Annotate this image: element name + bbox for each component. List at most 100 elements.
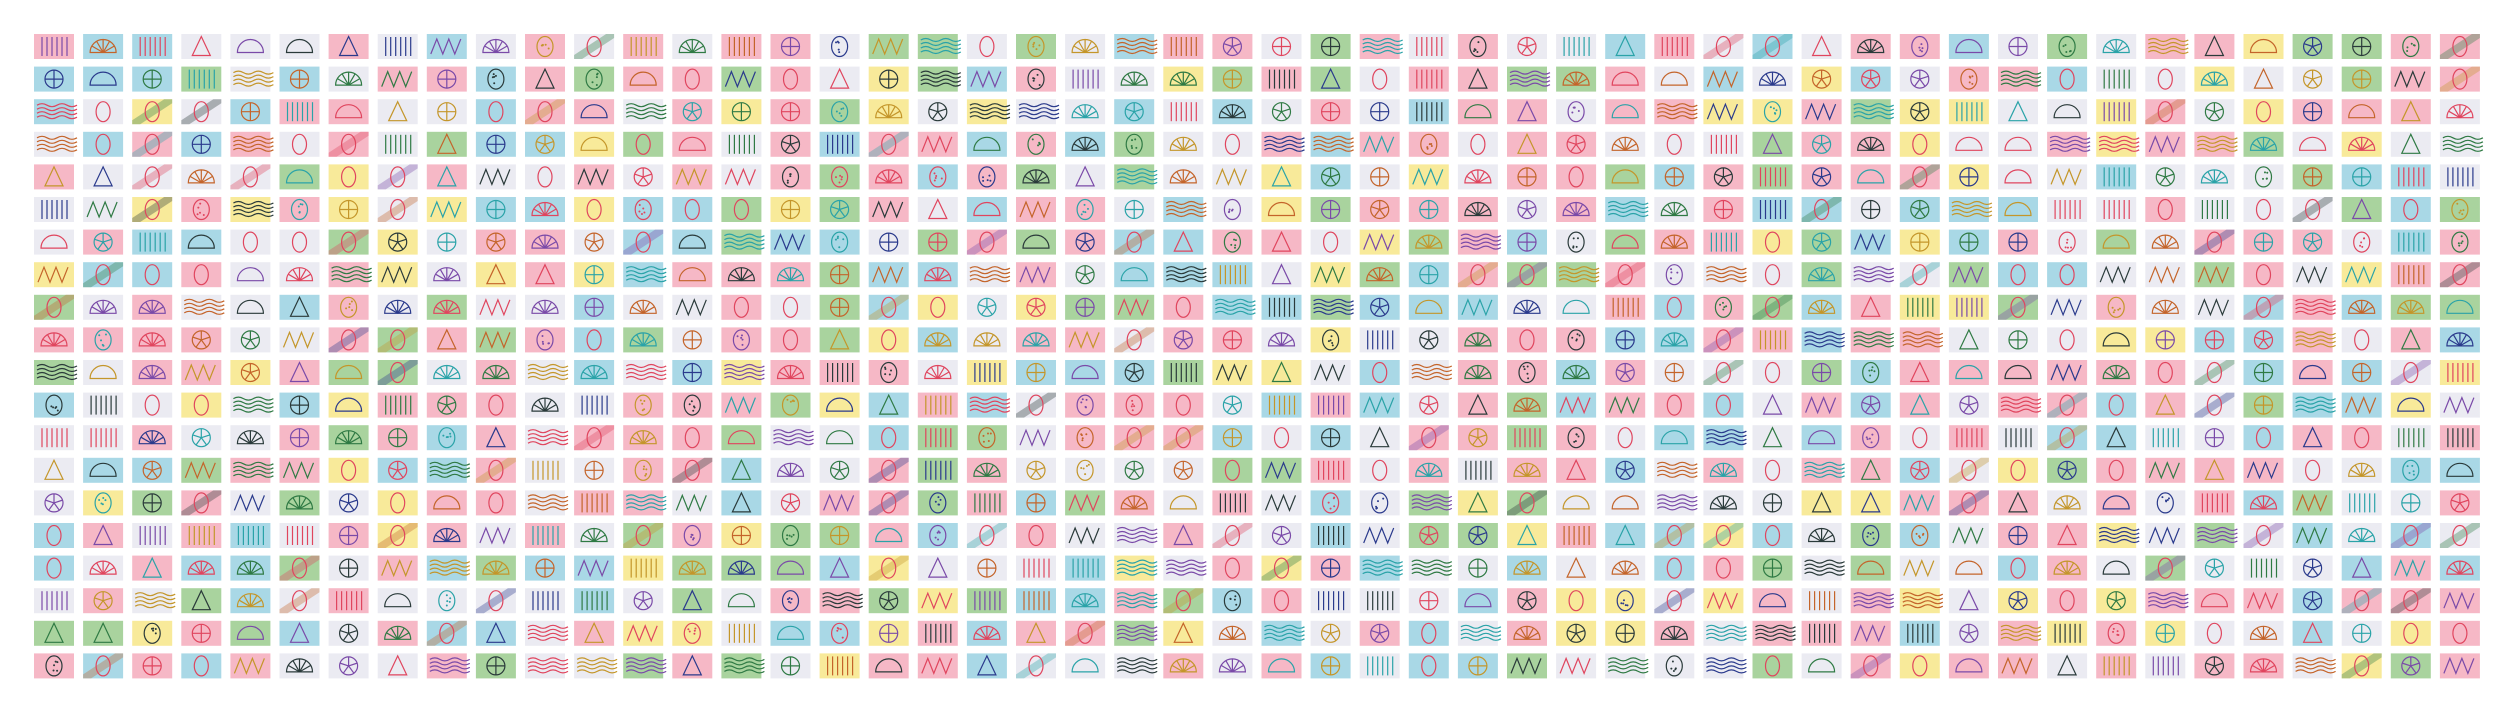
thumbnail-tile[interactable] [2341, 66, 2382, 92]
thumbnail-tile[interactable] [34, 523, 74, 548]
thumbnail-tile[interactable] [1114, 34, 1158, 59]
thumbnail-tile[interactable] [868, 229, 909, 255]
thumbnail-tile[interactable] [1899, 653, 1940, 679]
thumbnail-tile[interactable] [525, 327, 565, 353]
thumbnail-tile[interactable] [1752, 164, 1793, 190]
thumbnail-tile[interactable] [2047, 327, 2088, 353]
thumbnail-tile[interactable] [1408, 99, 1449, 125]
thumbnail-tile[interactable] [132, 131, 173, 157]
thumbnail-tile[interactable] [1654, 360, 1695, 385]
thumbnail-tile[interactable] [1850, 523, 1891, 548]
thumbnail-tile[interactable] [1457, 360, 1498, 385]
thumbnail-tile[interactable] [1703, 523, 1744, 548]
thumbnail-tile[interactable] [475, 653, 516, 679]
thumbnail-tile[interactable] [2292, 490, 2333, 516]
thumbnail-tile[interactable] [770, 620, 811, 646]
thumbnail-tile[interactable] [328, 294, 369, 320]
thumbnail-tile[interactable] [2194, 99, 2235, 125]
thumbnail-tile[interactable] [623, 588, 664, 614]
thumbnail-tile[interactable] [2439, 588, 2480, 614]
thumbnail-tile[interactable] [1457, 588, 1498, 614]
thumbnail-tile[interactable] [1261, 360, 1302, 385]
thumbnail-tile[interactable] [1163, 425, 1204, 451]
thumbnail-tile[interactable] [1065, 262, 1106, 288]
thumbnail-tile[interactable] [2390, 425, 2431, 451]
thumbnail-tile[interactable] [819, 99, 860, 125]
thumbnail-tile[interactable] [1212, 490, 1253, 516]
thumbnail-tile[interactable] [770, 131, 811, 157]
thumbnail-tile[interactable] [34, 229, 74, 255]
thumbnail-tile[interactable] [1114, 653, 1158, 679]
thumbnail-tile[interactable] [721, 620, 762, 646]
thumbnail-tile[interactable] [1948, 555, 1989, 581]
thumbnail-tile[interactable] [966, 229, 1007, 255]
thumbnail-tile[interactable] [2341, 34, 2382, 59]
thumbnail-tile[interactable] [1310, 392, 1351, 418]
thumbnail-tile[interactable] [426, 294, 467, 320]
thumbnail-tile[interactable] [1408, 34, 1449, 59]
thumbnail-tile[interactable] [1899, 327, 1944, 353]
thumbnail-tile[interactable] [2047, 588, 2088, 614]
thumbnail-tile[interactable] [1752, 392, 1793, 418]
thumbnail-tile[interactable] [1408, 620, 1449, 646]
thumbnail-tile[interactable] [2194, 392, 2235, 418]
thumbnail-tile[interactable] [1752, 197, 1793, 222]
thumbnail-tile[interactable] [574, 262, 615, 288]
thumbnail-tile[interactable] [377, 653, 418, 679]
thumbnail-tile[interactable] [2047, 425, 2088, 451]
thumbnail-tile[interactable] [1801, 425, 1842, 451]
thumbnail-tile[interactable] [2390, 229, 2431, 255]
thumbnail-tile[interactable] [1212, 555, 1253, 581]
thumbnail-tile[interactable] [2390, 34, 2431, 59]
thumbnail-tile[interactable] [1261, 392, 1302, 418]
thumbnail-tile[interactable] [1998, 34, 2038, 59]
thumbnail-tile[interactable] [1899, 164, 1940, 190]
thumbnail-tile[interactable] [377, 425, 418, 451]
thumbnail-tile[interactable] [2145, 555, 2186, 581]
thumbnail-tile[interactable] [83, 523, 124, 548]
thumbnail-tile[interactable] [1163, 392, 1204, 418]
thumbnail-tile[interactable] [574, 197, 615, 222]
thumbnail-tile[interactable] [1948, 131, 1989, 157]
thumbnail-tile[interactable] [917, 523, 958, 548]
thumbnail-tile[interactable] [1114, 457, 1155, 483]
thumbnail-tile[interactable] [2145, 457, 2186, 483]
thumbnail-tile[interactable] [1310, 34, 1351, 59]
thumbnail-tile[interactable] [1850, 164, 1891, 190]
thumbnail-tile[interactable] [2439, 555, 2480, 581]
thumbnail-tile[interactable] [574, 555, 615, 581]
thumbnail-tile[interactable] [426, 523, 467, 548]
thumbnail-tile[interactable] [426, 588, 467, 614]
thumbnail-tile[interactable] [2341, 555, 2382, 581]
thumbnail-tile[interactable] [2047, 555, 2088, 581]
thumbnail-tile[interactable] [1507, 523, 1547, 548]
thumbnail-tile[interactable] [377, 99, 418, 125]
thumbnail-tile[interactable] [2096, 197, 2137, 222]
thumbnail-tile[interactable] [1801, 262, 1842, 288]
thumbnail-tile[interactable] [1507, 131, 1547, 157]
thumbnail-tile[interactable] [1114, 360, 1155, 385]
thumbnail-tile[interactable] [2096, 360, 2137, 385]
thumbnail-tile[interactable] [2145, 131, 2186, 157]
thumbnail-tile[interactable] [1016, 653, 1056, 679]
thumbnail-tile[interactable] [1163, 620, 1204, 646]
thumbnail-tile[interactable] [1163, 360, 1204, 385]
thumbnail-tile[interactable] [1016, 327, 1056, 353]
thumbnail-tile[interactable] [2145, 164, 2186, 190]
thumbnail-tile[interactable] [770, 425, 814, 451]
thumbnail-tile[interactable] [2243, 457, 2284, 483]
thumbnail-tile[interactable] [2145, 523, 2186, 548]
thumbnail-tile[interactable] [574, 66, 615, 92]
thumbnail-tile[interactable] [1654, 197, 1695, 222]
thumbnail-tile[interactable] [1703, 294, 1744, 320]
thumbnail-tile[interactable] [1261, 99, 1302, 125]
thumbnail-tile[interactable] [2145, 294, 2186, 320]
thumbnail-tile[interactable] [132, 327, 173, 353]
thumbnail-tile[interactable] [1359, 131, 1400, 157]
thumbnail-tile[interactable] [1065, 425, 1106, 451]
thumbnail-tile[interactable] [1065, 588, 1106, 614]
thumbnail-tile[interactable] [132, 457, 173, 483]
thumbnail-tile[interactable] [1899, 392, 1940, 418]
thumbnail-tile[interactable] [1310, 131, 1354, 157]
thumbnail-tile[interactable] [672, 490, 713, 516]
